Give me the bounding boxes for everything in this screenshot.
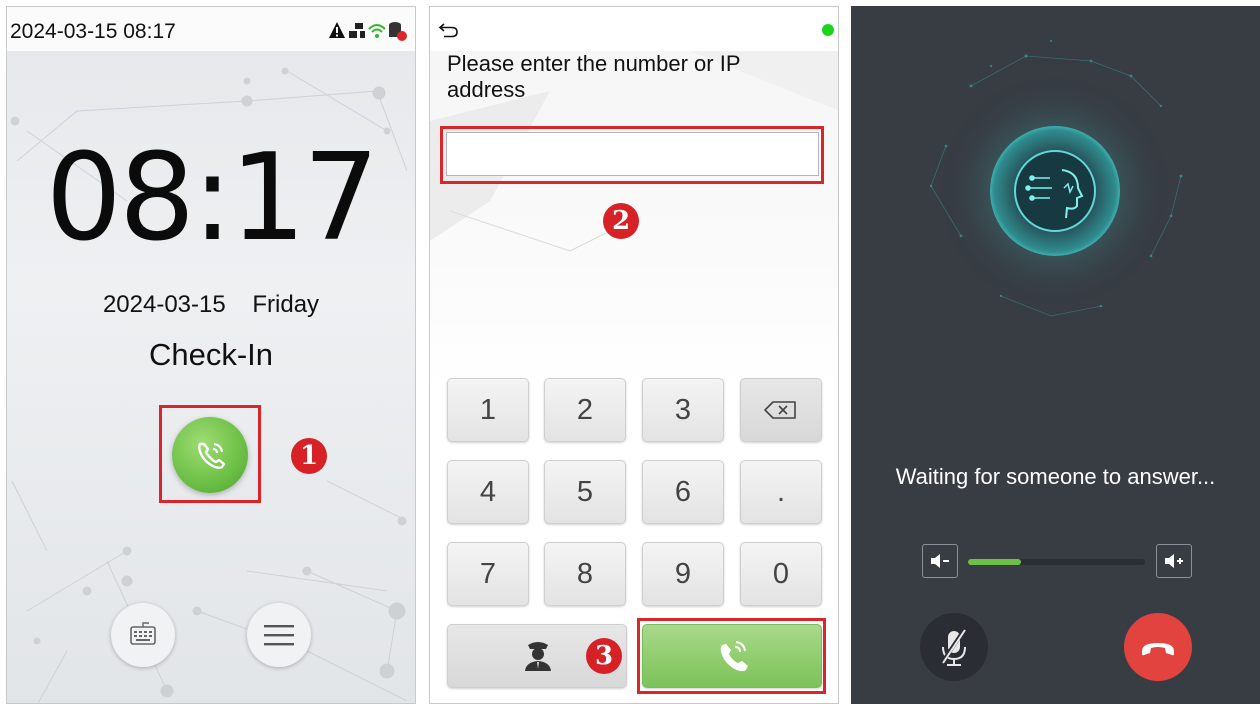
volume-up-icon: [1165, 554, 1183, 568]
key-0[interactable]: 0: [740, 542, 822, 606]
highlight-call-button: [159, 405, 261, 503]
key-3[interactable]: 3: [642, 378, 724, 442]
warning-icon: [329, 22, 345, 38]
status-bar: 2024-03-15 08:17: [7, 7, 415, 51]
key-1[interactable]: 1: [447, 378, 529, 442]
keyboard-icon: [130, 622, 156, 645]
key-9[interactable]: 9: [642, 542, 724, 606]
dial-prompt: Please enter the number or IP address: [447, 51, 741, 102]
back-arrow-icon[interactable]: [438, 21, 460, 39]
menu-icon: [264, 625, 294, 646]
call-status-text: Waiting for someone to answer...: [895, 464, 1216, 489]
step-badge-3: 3: [586, 638, 622, 674]
key-7[interactable]: 7: [447, 542, 529, 606]
network-icon: [349, 23, 365, 38]
calling-panel: Waiting for someone to answer...: [851, 6, 1260, 704]
key-dot[interactable]: .: [740, 460, 822, 524]
keyboard-button[interactable]: [111, 603, 175, 667]
wifi-icon: [368, 24, 386, 38]
key-2[interactable]: 2: [544, 378, 626, 442]
attendance-mode-label: Check-In: [148, 337, 274, 372]
backspace-key[interactable]: [740, 378, 822, 442]
step-badge-2: 2: [603, 203, 639, 239]
clock-display: 08:17: [45, 129, 380, 268]
volume-down-button[interactable]: [922, 544, 958, 578]
connection-status-dot: [822, 24, 834, 36]
step-badge-1: 1: [291, 438, 327, 474]
status-datetime: 2024-03-15 08:17: [10, 20, 176, 43]
hang-up-icon: [1142, 643, 1174, 656]
backspace-icon: [764, 401, 796, 419]
date-line: 2024-03-15 Friday: [7, 291, 415, 319]
weekday-text: Friday: [252, 291, 320, 318]
key-8[interactable]: 8: [544, 542, 626, 606]
home-screen-panel: 2024-03-15 08:17 08:17 2024-03-15 Friday: [6, 6, 416, 704]
volume-down-icon: [931, 554, 949, 568]
database-icon: [389, 22, 407, 41]
top-bar: [430, 7, 838, 51]
hang-up-button[interactable]: [1124, 613, 1192, 681]
mute-button[interactable]: [920, 613, 988, 681]
highlight-dial-call-button: [637, 618, 826, 694]
key-4[interactable]: 4: [447, 460, 529, 524]
status-icons: [329, 22, 407, 41]
date-text: 2024-03-15: [102, 291, 226, 318]
dial-panel: Please enter the number or IP address 1 …: [429, 6, 839, 704]
key-5[interactable]: 5: [544, 460, 626, 524]
volume-slider[interactable]: [968, 559, 1145, 565]
face-recognition-icon: [1014, 150, 1096, 232]
highlight-number-input: [440, 126, 824, 184]
microphone-muted-icon: [940, 628, 966, 666]
menu-button[interactable]: [247, 603, 311, 667]
key-6[interactable]: 6: [642, 460, 724, 524]
calling-animation: [990, 126, 1120, 256]
volume-up-button[interactable]: [1156, 544, 1192, 578]
volume-level: [968, 559, 1022, 565]
